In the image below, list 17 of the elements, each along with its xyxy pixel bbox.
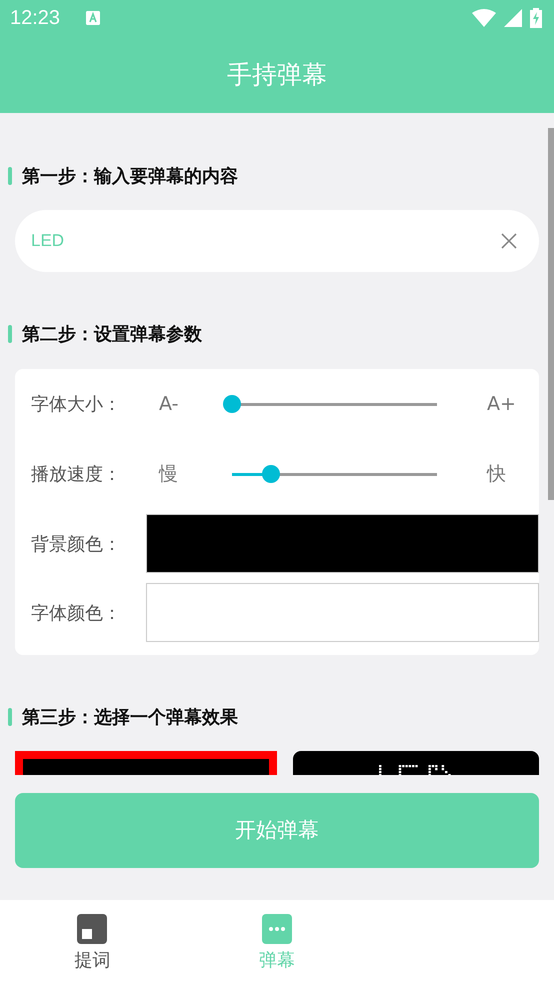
step-heading: 第二步：设置弹幕参数 (22, 323, 202, 346)
min-label: 慢 (159, 462, 179, 487)
status-time: 12:23 (10, 6, 60, 30)
setting-label: 播放速度： (31, 463, 122, 486)
min-label: A- (159, 393, 180, 415)
start-button[interactable]: 开始弹幕 (15, 792, 539, 868)
setting-label: 字体大小： (31, 393, 122, 416)
setting-label: 背景颜色： (31, 532, 122, 556)
max-label: A+ (487, 393, 517, 415)
nav-tab[interactable]: 弹幕 (184, 900, 370, 984)
page-title: 手持弹幕 (227, 59, 327, 91)
max-label: 快 (487, 462, 507, 487)
text-input-field[interactable]: LED (15, 210, 539, 272)
step-heading: 第三步：选择一个弹幕效果 (22, 706, 238, 729)
setting-label: 字体颜色： (31, 602, 122, 624)
nav-tab[interactable]: 提词 (0, 900, 185, 984)
step-heading: 第一步：输入要弹幕的内容 (22, 165, 238, 188)
